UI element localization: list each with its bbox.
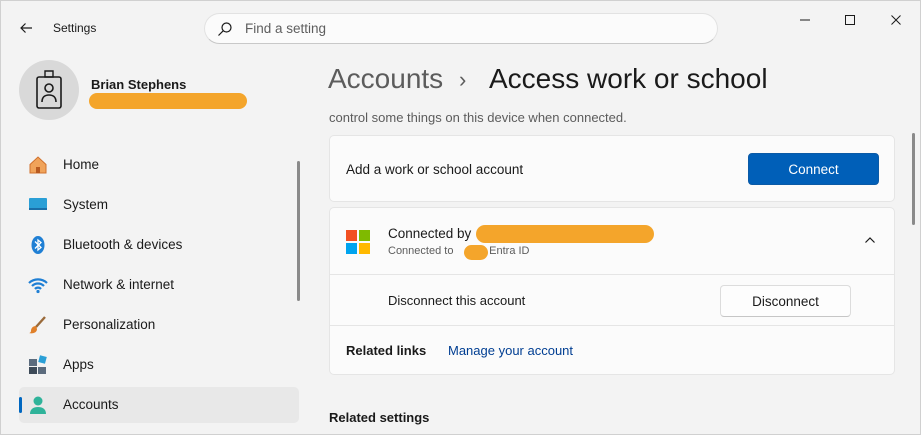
person-icon: [30, 396, 46, 414]
chevron-up-icon[interactable]: [862, 232, 878, 248]
sidebar-item-apps[interactable]: Apps: [19, 347, 299, 383]
connect-button[interactable]: Connect: [748, 153, 879, 185]
sidebar-nav: Home System Bluetooth & devices Network …: [19, 147, 299, 427]
sidebar-item-label: Personalization: [63, 317, 156, 332]
user-name: Brian Stephens: [91, 77, 187, 92]
microsoft-logo-icon: [346, 230, 370, 254]
breadcrumb-separator: ›: [459, 67, 467, 92]
search-placeholder: Find a setting: [245, 21, 327, 36]
close-icon: [891, 15, 901, 25]
minimize-icon: [800, 19, 810, 21]
sidebar-item-label: Accounts: [63, 397, 119, 412]
disconnect-label: Disconnect this account: [388, 293, 526, 308]
maximize-icon: [845, 15, 855, 25]
sidebar-item-label: Home: [63, 157, 100, 172]
connected-account-header[interactable]: Connected by Connected to 's Entra ID: [330, 208, 894, 275]
related-links-row: Related links Manage your account: [330, 326, 894, 374]
sidebar-scrollbar[interactable]: [297, 161, 300, 301]
close-button[interactable]: [876, 9, 916, 31]
redacted-email: [89, 93, 247, 109]
search-icon: [218, 22, 232, 36]
breadcrumb-parent[interactable]: Accounts: [328, 63, 443, 95]
arrow-left-icon: [20, 23, 32, 33]
sidebar-item-system[interactable]: System: [19, 187, 299, 223]
bluetooth-icon: [31, 236, 45, 254]
sidebar-item-personalization[interactable]: Personalization: [19, 307, 299, 343]
sidebar-item-label: Apps: [63, 357, 94, 372]
page-description: control some things on this device when …: [329, 110, 627, 125]
connected-account-title: Connected by: [388, 226, 472, 241]
redacted-tenant: [464, 245, 488, 260]
avatar[interactable]: [19, 60, 79, 120]
sidebar-item-accounts[interactable]: Accounts: [19, 387, 299, 423]
badge-person-icon: [36, 70, 62, 109]
brush-icon: [29, 316, 46, 334]
sidebar-item-label: Bluetooth & devices: [63, 237, 183, 252]
related-settings-heading: Related settings: [329, 410, 430, 425]
add-account-card: Add a work or school account Connect: [329, 135, 895, 202]
disconnect-row: Disconnect this account Disconnect: [330, 275, 894, 326]
sidebar-item-label: System: [63, 197, 109, 212]
manage-account-link[interactable]: Manage your account: [448, 343, 573, 358]
sidebar-item-bluetooth[interactable]: Bluetooth & devices: [19, 227, 299, 263]
connected-account-card: Connected by Connected to 's Entra ID Di…: [329, 207, 895, 375]
maximize-button[interactable]: [830, 9, 870, 31]
search-input[interactable]: Find a setting: [204, 13, 718, 44]
back-button[interactable]: [13, 15, 39, 41]
redacted-organization: [476, 225, 654, 243]
main-scrollbar[interactable]: [912, 133, 915, 225]
minimize-button[interactable]: [785, 9, 825, 31]
title-bar: Settings Find a setting: [1, 1, 921, 53]
disconnect-button[interactable]: Disconnect: [720, 285, 851, 317]
home-icon: [29, 156, 47, 174]
subtitle-prefix: Connected to: [388, 245, 454, 257]
sidebar-item-network[interactable]: Network & internet: [19, 267, 299, 303]
page-title: Access work or school: [489, 63, 768, 94]
connected-account-subtitle: Connected to 's Entra ID: [388, 245, 530, 257]
sidebar-item-label: Network & internet: [63, 277, 175, 292]
sidebar-item-home[interactable]: Home: [19, 147, 299, 183]
wifi-icon: [28, 278, 48, 294]
active-indicator: [19, 397, 22, 413]
related-links-label: Related links: [346, 343, 427, 358]
app-title: Settings: [53, 21, 97, 35]
monitor-icon: [29, 198, 47, 210]
settings-window: Settings Find a setting Brian Stephens H…: [0, 0, 921, 435]
apps-icon: [29, 355, 47, 374]
add-account-label: Add a work or school account: [346, 162, 524, 177]
